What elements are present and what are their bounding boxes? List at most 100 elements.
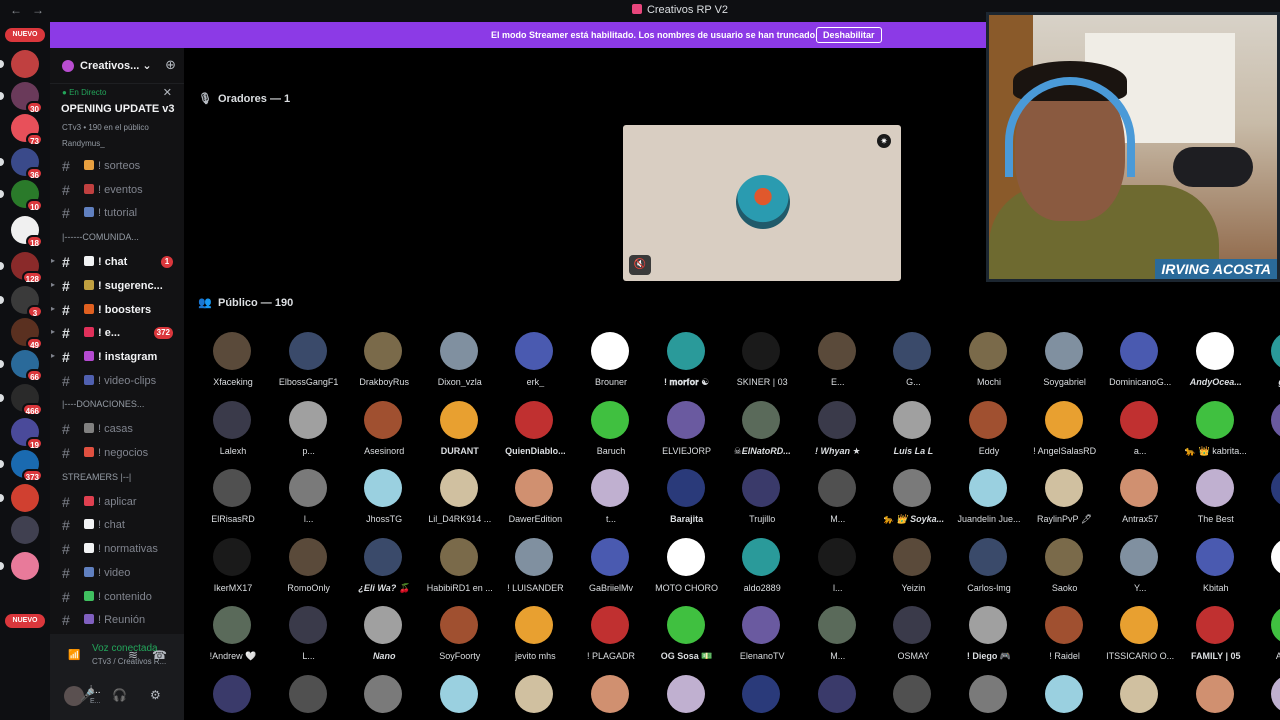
audience-member[interactable]: gam...: [1253, 332, 1280, 400]
channel-item[interactable]: ▸ # ! chat 1: [50, 251, 184, 273]
audience-member[interactable]: 🐆 👑 Soyka...: [875, 469, 951, 537]
audience-member[interactable]: ELVIEJORP: [649, 400, 725, 469]
audience-member[interactable]: ! Raidel: [1027, 606, 1103, 674]
audience-member[interactable]: Carlos-lmg: [951, 537, 1027, 606]
audience-member[interactable]: Pa...: [1253, 400, 1280, 469]
audience-member[interactable]: [497, 674, 573, 720]
server-icon[interactable]: 66: [0, 350, 43, 382]
audience-member[interactable]: ITSSICARIO O...: [1102, 606, 1178, 674]
audience-member[interactable]: Antrax57: [1102, 469, 1178, 537]
channel-item[interactable]: # ! video: [50, 562, 184, 584]
audience-member[interactable]: L...: [271, 606, 347, 674]
channel-item[interactable]: # ! video-clips: [50, 370, 184, 392]
audience-member[interactable]: FAMILY | 05: [1178, 606, 1254, 674]
audience-member[interactable]: 🐆 👑 kabrita...: [1178, 400, 1254, 469]
channel-item[interactable]: # ! negocios: [50, 442, 184, 464]
server-icon[interactable]: 18: [11, 216, 43, 248]
audience-member[interactable]: ! Whyan ★: [800, 400, 876, 469]
audience-member[interactable]: Soygabriel: [1027, 332, 1103, 400]
audience-member[interactable]: HabibiRD1 en ...: [422, 537, 498, 606]
server-name[interactable]: Creativos... ⌄: [80, 59, 152, 72]
audience-member[interactable]: a...: [1102, 400, 1178, 469]
audience-member[interactable]: [1253, 674, 1280, 720]
audience-member[interactable]: aldo2889: [724, 537, 800, 606]
server-icon[interactable]: 466: [0, 384, 43, 416]
audience-member[interactable]: RaylinPvP 🖋: [1027, 469, 1103, 537]
audience-member[interactable]: DURANT: [422, 400, 498, 469]
audience-member[interactable]: Baruch: [573, 400, 649, 469]
channel-item[interactable]: # ! normativas: [50, 538, 184, 560]
channel-category[interactable]: |----DONACIONES...: [62, 399, 182, 415]
audience-member[interactable]: OSMAY: [875, 606, 951, 674]
audience-member[interactable]: DrakboyRus: [346, 332, 422, 400]
audience-member[interactable]: Dixon_vzla: [422, 332, 498, 400]
audience-member[interactable]: [1178, 674, 1254, 720]
audience-member[interactable]: [800, 674, 876, 720]
audience-member[interactable]: ElRisasRD: [195, 469, 271, 537]
channel-item[interactable]: ▸ # ! e... 372: [50, 322, 184, 344]
channel-item[interactable]: # ! casas: [50, 418, 184, 440]
server-icon[interactable]: 128: [0, 252, 43, 284]
audience-member[interactable]: RomoOnly: [271, 537, 347, 606]
audience-member[interactable]: [422, 674, 498, 720]
audience-member[interactable]: M...: [800, 606, 876, 674]
audience-member[interactable]: [1102, 674, 1178, 720]
audience-member[interactable]: Lalexh: [195, 400, 271, 469]
speaker-tile[interactable]: ✷ 🔇: [623, 125, 901, 281]
server-icon[interactable]: 36: [0, 148, 43, 180]
disconnect-icon[interactable]: ☎: [152, 648, 167, 662]
server-icon[interactable]: [11, 516, 39, 544]
audience-member[interactable]: C...: [1253, 469, 1280, 537]
channel-item[interactable]: ▸ # ! instagram: [50, 346, 184, 368]
audience-member[interactable]: ! LUISANDER: [497, 537, 573, 606]
audience-member[interactable]: p...: [271, 400, 347, 469]
audience-member[interactable]: JhossTG: [346, 469, 422, 537]
audience-member[interactable]: QuienDiablo...: [497, 400, 573, 469]
server-icon[interactable]: 49: [11, 318, 43, 350]
audience-member[interactable]: Barajita: [649, 469, 725, 537]
server-icon[interactable]: 3: [0, 286, 43, 318]
audience-member[interactable]: Y...: [1102, 537, 1178, 606]
audience-member[interactable]: [1027, 674, 1103, 720]
audience-member[interactable]: ! PLAGADR: [573, 606, 649, 674]
audience-member[interactable]: Trujillo: [724, 469, 800, 537]
channel-item[interactable]: # ! eventos: [50, 179, 184, 201]
audience-member[interactable]: LAF...: [1253, 537, 1280, 606]
server-icon[interactable]: 19: [11, 418, 43, 450]
audience-member[interactable]: MOTO CHORO: [649, 537, 725, 606]
channel-item[interactable]: ▸ # ! boosters: [50, 299, 184, 321]
channel-item[interactable]: # ! Reunión: [50, 609, 184, 631]
audience-member[interactable]: Yeizin: [875, 537, 951, 606]
audience-member[interactable]: ☠ElNatoRD...: [724, 400, 800, 469]
server-header[interactable]: Creativos... ⌄ ⊕: [50, 48, 184, 84]
audience-member[interactable]: ElbossGangF1: [271, 332, 347, 400]
close-icon[interactable]: ✕: [163, 86, 172, 99]
channel-item[interactable]: ▸ # ! sugerenc...: [50, 275, 184, 297]
server-icon[interactable]: [0, 50, 39, 78]
new-servers-pill[interactable]: NUEVO: [5, 614, 45, 628]
audience-member[interactable]: Luis La L: [875, 400, 951, 469]
audience-member[interactable]: G...: [875, 332, 951, 400]
audience-member[interactable]: Eddy: [951, 400, 1027, 469]
audience-member[interactable]: ¿Eli Wa? 🍒: [346, 537, 422, 606]
audience-member[interactable]: E...: [800, 332, 876, 400]
audience-member[interactable]: Kbitah: [1178, 537, 1254, 606]
channel-item[interactable]: # ! contenido: [50, 586, 184, 608]
audience-member[interactable]: DawerEdition: [497, 469, 573, 537]
noise-suppression-icon[interactable]: ≋: [128, 648, 138, 662]
audience-member[interactable]: [649, 674, 725, 720]
server-icon[interactable]: 373: [0, 450, 43, 482]
audience-member[interactable]: Nano: [346, 606, 422, 674]
audience-member[interactable]: l...: [271, 469, 347, 537]
audience-member[interactable]: IkerMX17: [195, 537, 271, 606]
audience-member[interactable]: [346, 674, 422, 720]
new-servers-pill[interactable]: NUEVO: [5, 28, 45, 42]
channel-item[interactable]: # ! tutorial: [50, 202, 184, 224]
audience-member[interactable]: Juandelin Jue...: [951, 469, 1027, 537]
audience-member[interactable]: l...: [800, 537, 876, 606]
audience-member[interactable]: ElenanoTV: [724, 606, 800, 674]
audience-member[interactable]: t...: [573, 469, 649, 537]
audience-member[interactable]: jevito mhs: [497, 606, 573, 674]
channel-item[interactable]: # ! aplicar: [50, 491, 184, 513]
audience-member[interactable]: [951, 674, 1027, 720]
